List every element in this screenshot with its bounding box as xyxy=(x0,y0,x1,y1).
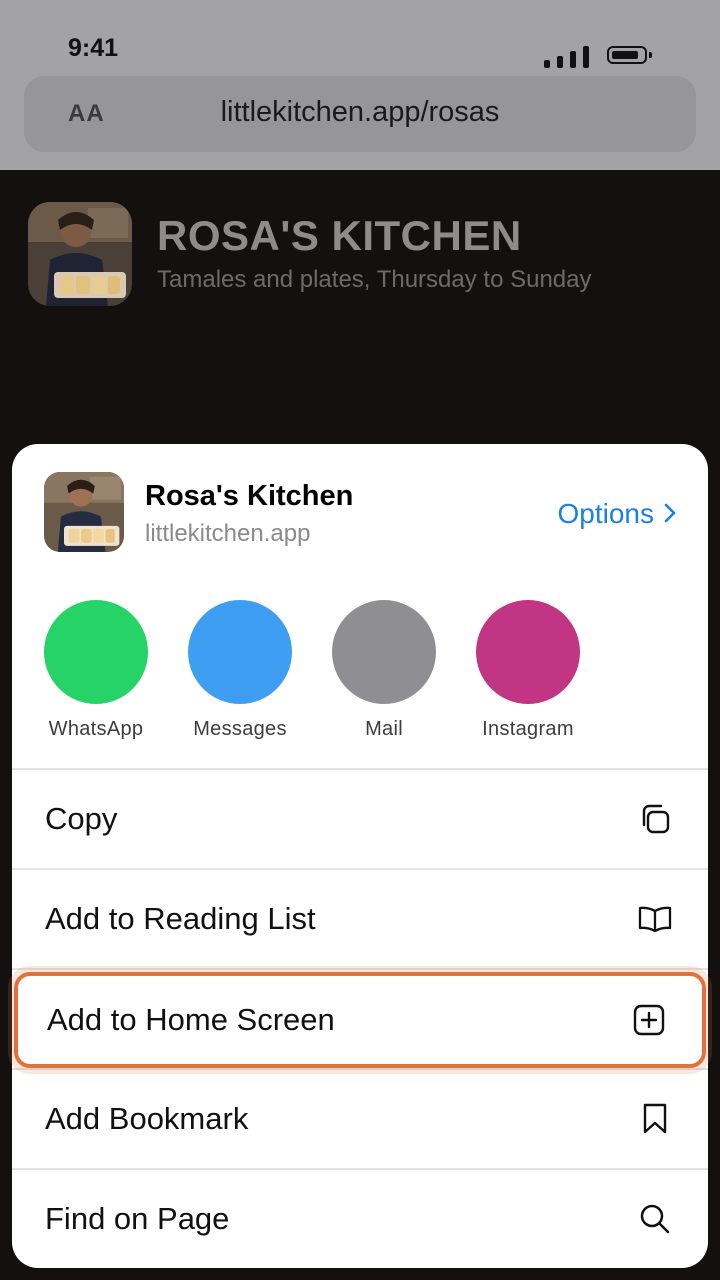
signal-icon xyxy=(544,46,592,68)
whatsapp-icon xyxy=(44,600,148,704)
share-app-messages[interactable]: Messages xyxy=(180,600,300,741)
action-label: Add Bookmark xyxy=(45,1101,249,1136)
site-avatar xyxy=(28,202,132,306)
options-button[interactable]: Options xyxy=(558,498,677,530)
bookmark-icon xyxy=(638,1102,672,1136)
address-bar[interactable]: AA littlekitchen.app/rosas xyxy=(24,76,696,152)
action-label: Add to Reading List xyxy=(45,901,316,936)
action-add-bookmark[interactable]: Add Bookmark xyxy=(12,1070,708,1168)
action-label: Add to Home Screen xyxy=(47,1002,335,1037)
search-icon xyxy=(638,1202,672,1236)
action-add-to-home-screen[interactable]: Add to Home Screen xyxy=(14,972,706,1068)
browser-chrome: 9:41 AA littlekitchen.app/rosas xyxy=(0,0,720,170)
site-subtitle: Tamales and plates, Thursday to Sunday xyxy=(157,266,592,293)
options-label: Options xyxy=(557,498,655,529)
site-title: ROSA'S KITCHEN xyxy=(157,212,522,259)
book-icon xyxy=(638,902,672,936)
add-square-icon xyxy=(632,1003,666,1037)
action-label: Copy xyxy=(45,801,118,836)
share-app-label: Instagram xyxy=(482,718,574,740)
divider xyxy=(12,968,708,970)
share-app-label: Messages xyxy=(193,718,287,740)
copy-icon xyxy=(638,802,672,836)
action-label: Find on Page xyxy=(45,1201,230,1236)
battery-icon xyxy=(607,46,652,64)
instagram-icon xyxy=(476,600,580,704)
action-copy[interactable]: Copy xyxy=(12,770,708,868)
share-app-label: Mail xyxy=(365,718,403,740)
share-app-mail[interactable]: Mail xyxy=(324,600,444,741)
mail-icon xyxy=(332,600,436,704)
share-app-instagram[interactable]: Instagram xyxy=(468,600,588,741)
messages-icon xyxy=(188,600,292,704)
status-time: 9:41 xyxy=(68,34,119,62)
share-domain: littlekitchen.app xyxy=(145,520,311,547)
action-find-on-page[interactable]: Find on Page xyxy=(12,1170,708,1268)
url-text[interactable]: littlekitchen.app/rosas xyxy=(24,96,696,129)
share-app-label: WhatsApp xyxy=(48,718,144,740)
share-app-row: WhatsApp Messages Mail Instagram xyxy=(12,600,708,760)
share-app-whatsapp[interactable]: WhatsApp xyxy=(36,600,156,741)
chevron-right-icon xyxy=(664,498,676,530)
shared-page-thumbnail xyxy=(44,472,124,552)
action-add-to-reading-list[interactable]: Add to Reading List xyxy=(12,870,708,968)
share-sheet: Rosa's Kitchen littlekitchen.app Options… xyxy=(12,444,708,1268)
share-title: Rosa's Kitchen xyxy=(145,480,354,512)
